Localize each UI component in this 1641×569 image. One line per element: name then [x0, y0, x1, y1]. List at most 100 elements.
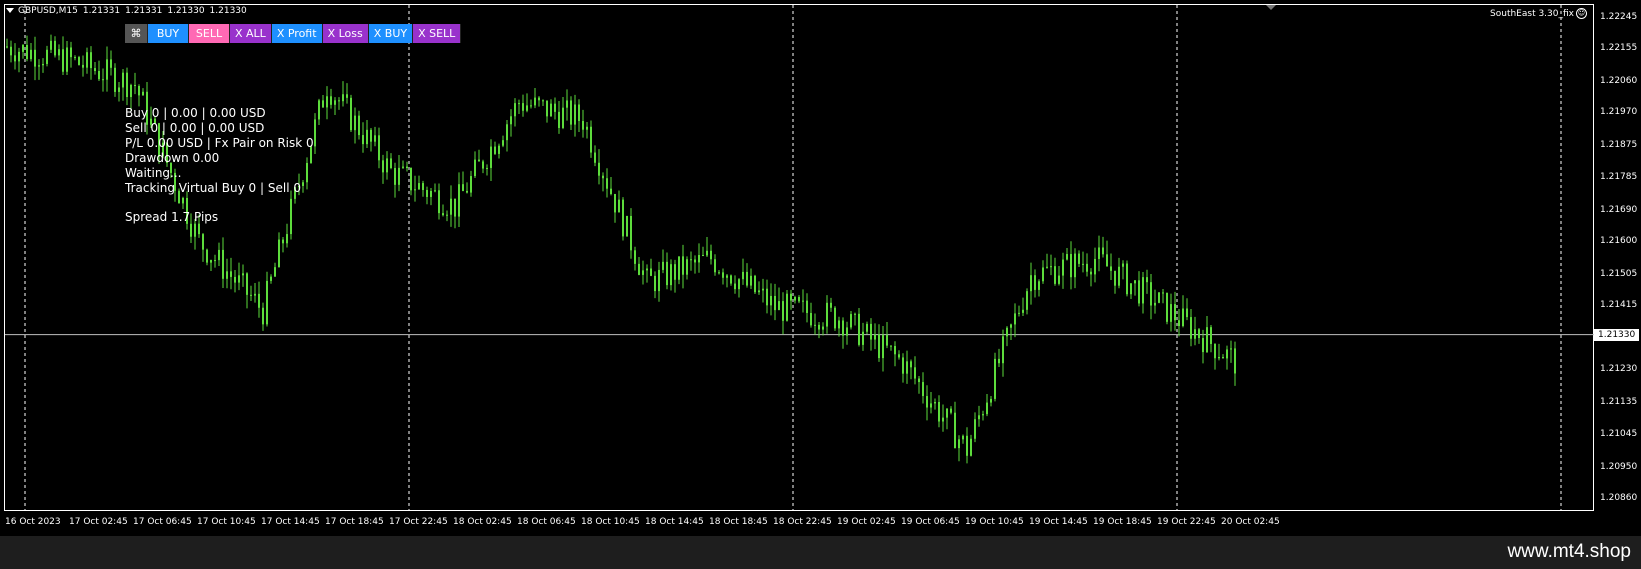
candle-body	[458, 184, 460, 217]
candle-body	[1110, 266, 1112, 271]
candle-body	[882, 334, 884, 359]
close-profit-button[interactable]: X Profit	[271, 24, 323, 43]
candle-body	[650, 268, 652, 276]
candle-body	[1142, 277, 1144, 304]
candle-body	[962, 435, 964, 440]
candle-body	[386, 158, 388, 173]
candle-body	[1018, 312, 1020, 314]
candle-body	[738, 279, 740, 290]
candle-body	[790, 293, 792, 301]
candle-body	[494, 146, 496, 154]
sell-button[interactable]: SELL	[189, 24, 230, 43]
candle-body	[86, 52, 88, 68]
candle-body	[642, 270, 644, 275]
candle-body	[1190, 317, 1192, 339]
candle-body	[770, 295, 772, 306]
close-sell-button[interactable]: X SELL	[413, 24, 462, 43]
candle-body	[1186, 308, 1188, 318]
time-tick-label: 18 Oct 02:45	[453, 517, 512, 527]
candle-body	[102, 79, 104, 81]
candle-body	[1194, 329, 1196, 339]
candle-body	[382, 160, 384, 173]
price-tick-label: 1.21970	[1600, 107, 1638, 118]
candle-body	[1230, 348, 1232, 350]
candle-body	[850, 314, 852, 328]
candle-body	[546, 100, 548, 117]
pl-summary: P/L 0.00 USD | Fx Pair on Risk 0	[125, 136, 314, 150]
candle-body	[342, 94, 344, 102]
candle-body	[1138, 280, 1140, 304]
time-tick-label: 19 Oct 02:45	[837, 517, 896, 527]
candle-body	[30, 49, 32, 60]
candle-body	[742, 271, 744, 280]
candle-body	[814, 324, 816, 326]
candle-body	[1058, 275, 1060, 284]
candle-body	[970, 438, 972, 456]
candle-body	[414, 189, 416, 191]
close-loss-button[interactable]: X Loss	[322, 24, 369, 43]
candle-body	[1086, 263, 1088, 272]
candle-body	[442, 213, 444, 216]
candle-body	[570, 100, 572, 125]
close-all-button[interactable]: X ALL	[230, 24, 272, 43]
candle-body	[374, 135, 376, 142]
candle-body	[1002, 336, 1004, 364]
time-tick-label: 19 Oct 06:45	[901, 517, 960, 527]
candle-body	[1070, 254, 1072, 278]
candle-body	[1066, 254, 1068, 260]
buy-button[interactable]: BUY	[148, 24, 189, 43]
candle-body	[634, 250, 636, 264]
candle-body	[566, 100, 568, 108]
candle-body	[1226, 349, 1228, 359]
candle-body	[1102, 247, 1104, 255]
price-chart[interactable]	[0, 0, 1594, 514]
candle-body	[858, 313, 860, 345]
drawdown-summary: Drawdown 0.00	[125, 151, 220, 165]
price-tick-label: 1.21045	[1600, 428, 1638, 439]
close-buy-button[interactable]: X BUY	[368, 24, 414, 43]
candle-body	[90, 52, 92, 69]
candle-body	[1234, 348, 1236, 374]
candle-body	[418, 183, 420, 190]
low-price: 1.21330	[167, 6, 205, 16]
candle-body	[954, 412, 956, 449]
collapse-triangle-icon[interactable]	[6, 8, 14, 13]
price-tick-label: 1.20860	[1600, 492, 1638, 503]
candle-body	[438, 190, 440, 214]
move-panel-icon[interactable]: ⌘	[125, 24, 148, 43]
expert-advisor-label: SouthEast 3.30_fix ☺	[1490, 8, 1587, 19]
candle-body	[450, 198, 452, 215]
chart-window[interactable]: GBPUSD,M15 1.21331 1.21331 1.21330 1.21330 S…	[0, 0, 1641, 536]
candle-body	[1154, 302, 1156, 306]
candle-body	[626, 215, 628, 237]
candle-body	[474, 159, 476, 177]
candle-body	[1206, 327, 1208, 353]
time-axis[interactable]: 16 Oct 2023 17 Oct 02:45 17 Oct 06:45 17 Oc…	[0, 514, 1594, 534]
candle-body	[274, 267, 276, 277]
candle-body	[362, 135, 364, 145]
price-tick-label: 1.20950	[1600, 461, 1638, 472]
candle-body	[798, 297, 800, 302]
candle-body	[194, 223, 196, 237]
candle-body	[582, 120, 584, 130]
candle-body	[426, 189, 428, 197]
candle-body	[746, 271, 748, 286]
candle-body	[22, 45, 24, 52]
candle-body	[910, 361, 912, 368]
price-axis[interactable]: 1.22245 1.22155 1.22060 1.21970 1.21875 1.217…	[1594, 0, 1641, 536]
candle-body	[774, 295, 776, 311]
candle-body	[430, 190, 432, 197]
candle-body	[762, 288, 764, 291]
high-price: 1.21331	[125, 6, 163, 16]
candle-body	[1074, 253, 1076, 278]
candle-body	[1202, 338, 1204, 353]
candle-body	[726, 275, 728, 278]
candle-body	[334, 100, 336, 105]
candle-body	[1050, 266, 1052, 268]
candle-body	[50, 40, 52, 50]
candle-body	[1010, 324, 1012, 328]
ea-name: SouthEast 3.30_fix	[1490, 9, 1574, 19]
candle-body	[878, 334, 880, 359]
candle-body	[214, 260, 216, 262]
candle-body	[1098, 247, 1100, 259]
